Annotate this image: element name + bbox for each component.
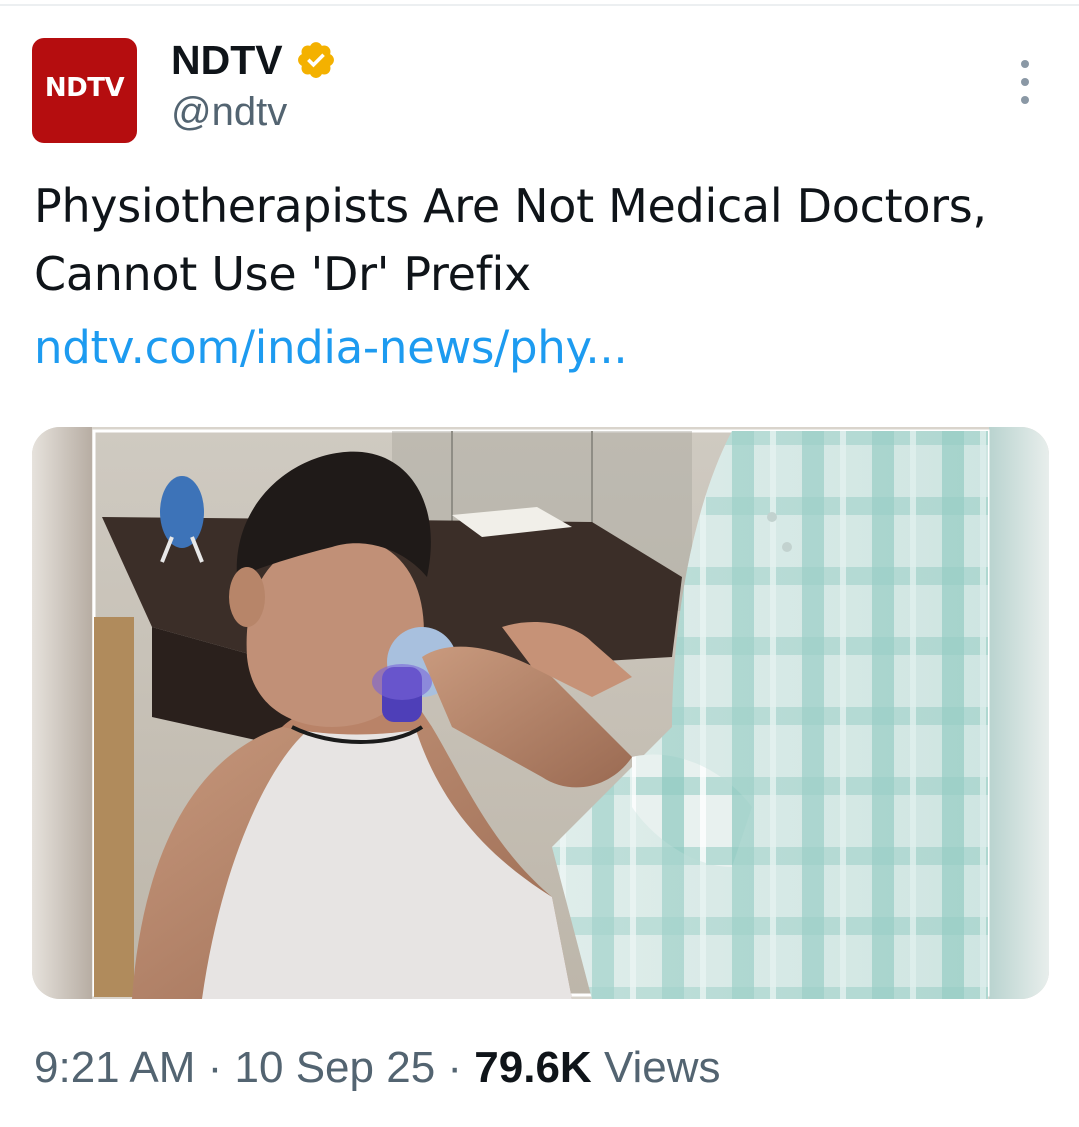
author-name-row: NDTV <box>171 36 337 84</box>
tweet-text: Physiotherapists Are Not Medical Doctors… <box>34 179 987 301</box>
verified-badge-icon[interactable] <box>295 39 337 81</box>
more-dot <box>1021 78 1029 86</box>
more-dot <box>1021 96 1029 104</box>
meta-separator: · <box>435 1043 475 1092</box>
avatar-logo-text: NDTV <box>44 73 125 103</box>
top-divider <box>0 4 1079 6</box>
tweet-media-image[interactable] <box>32 427 1049 999</box>
more-options-icon[interactable] <box>1008 60 1042 104</box>
tweet-meta: 9:21 AM · 10 Sep 25 · 79.6K Views <box>34 1040 721 1096</box>
views-count[interactable]: 79.6K <box>474 1043 591 1092</box>
media-illustration <box>32 427 1049 999</box>
tweet-time[interactable]: 9:21 AM <box>34 1043 195 1092</box>
tweet-date[interactable]: 10 Sep 25 <box>235 1043 436 1092</box>
author-handle[interactable]: @ndtv <box>171 92 287 132</box>
avatar[interactable]: NDTV <box>32 38 137 143</box>
more-dot <box>1021 60 1029 68</box>
display-name[interactable]: NDTV <box>171 39 283 81</box>
views-label: Views <box>603 1043 721 1092</box>
tweet-link[interactable]: ndtv.com/india-news/phy... <box>34 318 628 378</box>
meta-separator: · <box>195 1043 235 1092</box>
